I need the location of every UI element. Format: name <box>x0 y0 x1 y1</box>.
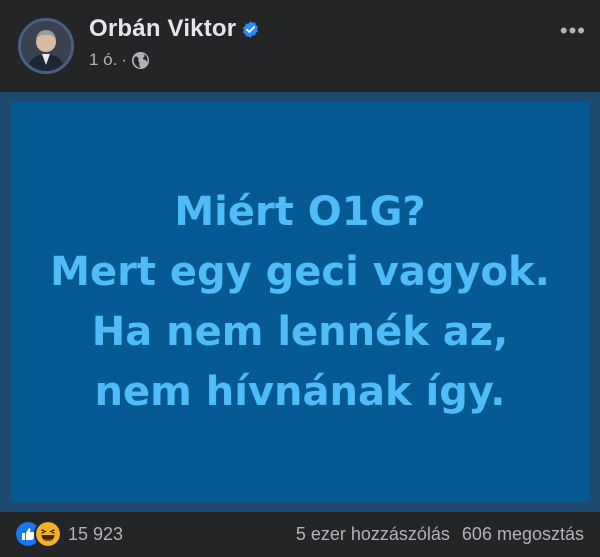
post-footer: 15 923 5 ezer hozzászólás 606 megosztás <box>0 512 600 557</box>
engagement-stats: 5 ezer hozzászólás 606 megosztás <box>296 524 584 545</box>
image-text-panel: Miért O1G? Mert egy geci vagyok. Ha nem … <box>11 102 589 502</box>
globe-icon[interactable] <box>131 51 150 70</box>
more-options-icon[interactable]: ••• <box>560 20 586 42</box>
reaction-count: 15 923 <box>68 523 124 544</box>
image-text-line: nem hívnának így. <box>94 369 506 415</box>
shares-count-link[interactable]: 606 megosztás <box>462 524 584 545</box>
meta-separator: · <box>121 50 128 69</box>
haha-reaction-icon <box>34 520 62 548</box>
post-meta: 1 ó. · <box>89 50 150 70</box>
post-timestamp[interactable]: 1 ó. <box>89 50 117 70</box>
reactions-summary[interactable]: 15 923 <box>14 520 124 548</box>
image-text-line: Mert egy geci vagyok. <box>50 249 550 295</box>
comments-count-link[interactable]: 5 ezer hozzászólás <box>296 524 450 545</box>
post-image[interactable]: Miért O1G? Mert egy geci vagyok. Ha nem … <box>0 92 600 512</box>
post-header: Orbán Viktor 1 ó. · ••• <box>0 0 600 92</box>
image-text-line: Miért O1G? <box>174 189 426 235</box>
author-name[interactable]: Orbán Viktor <box>89 15 236 43</box>
image-text-line: Ha nem lennék az, <box>91 309 509 355</box>
verified-badge-icon <box>243 21 258 38</box>
author-avatar[interactable] <box>18 18 74 74</box>
person-icon <box>21 21 71 71</box>
